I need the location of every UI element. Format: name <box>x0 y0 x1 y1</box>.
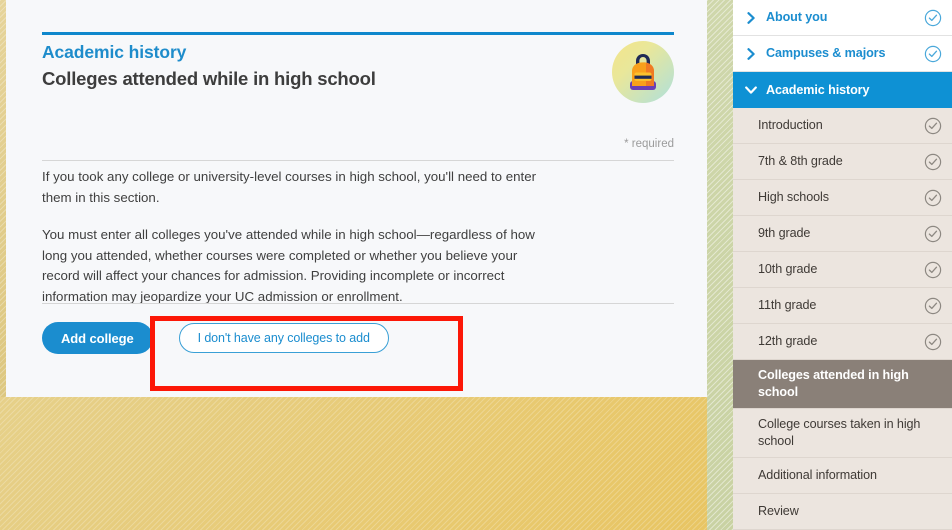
sidebar-item-academic-history[interactable]: Academic history <box>733 72 952 108</box>
sidebar-item-campuses-majors[interactable]: Campuses & majors <box>733 36 952 72</box>
sidebar-item-high-schools[interactable]: High schools <box>733 180 952 216</box>
check-circle-icon <box>924 261 942 279</box>
sidebar-item-colleges-attended-in-high-school[interactable]: Colleges attended in high school <box>733 360 952 409</box>
add-college-button[interactable]: Add college <box>42 322 153 354</box>
check-circle-icon <box>924 297 942 315</box>
check-circle-icon <box>924 189 942 207</box>
sidebar-item-label: 12th grade <box>758 334 818 348</box>
app-root: Academic history Colleges attended while… <box>0 0 952 530</box>
sidebar-item-label: 9th grade <box>758 226 811 240</box>
sidebar-item-college-courses-taken-in-high-school[interactable]: College courses taken in high school <box>733 409 952 458</box>
sidebar-item-label: About you <box>766 10 828 24</box>
sidebar-item-label: Colleges attended in high school <box>758 368 909 399</box>
sidebar-item-label: College courses taken in high school <box>758 417 921 448</box>
sidebar-item-label: 11th grade <box>758 298 817 312</box>
sidebar-item-7th-8th-grade[interactable]: 7th & 8th grade <box>733 144 952 180</box>
content-card: Academic history Colleges attended while… <box>6 0 708 397</box>
chevron-right-icon <box>744 47 758 60</box>
section-navigation-sidebar[interactable]: About you Campuses & majors Academic histo… <box>733 0 952 530</box>
sidebar-item-label: Additional information <box>758 468 877 482</box>
check-circle-icon <box>924 45 942 63</box>
page-title: Colleges attended while in high school <box>42 68 376 89</box>
sidebar-item-11th-grade[interactable]: 11th grade <box>733 288 952 324</box>
card-top-rule <box>42 32 674 35</box>
sidebar-item-label: Introduction <box>758 118 823 132</box>
section-eyebrow: Academic history <box>42 42 187 62</box>
sidebar-item-additional-information[interactable]: Additional information <box>733 458 952 494</box>
sidebar-item-review[interactable]: Review <box>733 494 952 530</box>
action-button-row: Add college I don't have any colleges to… <box>42 322 389 354</box>
backpack-icon <box>612 41 674 103</box>
check-circle-icon <box>924 9 942 27</box>
body-copy: If you took any college or university-le… <box>42 167 542 307</box>
sidebar-item-9th-grade[interactable]: 9th grade <box>733 216 952 252</box>
sidebar-item-label: Campuses & majors <box>766 46 886 60</box>
sidebar-item-label: 10th grade <box>758 262 818 276</box>
divider-above-actions <box>42 303 674 304</box>
sidebar-decor-strip <box>707 0 733 530</box>
no-colleges-to-add-button[interactable]: I don't have any colleges to add <box>178 323 389 353</box>
check-circle-icon <box>924 333 942 351</box>
required-note: * required <box>624 138 674 150</box>
check-circle-icon <box>924 153 942 171</box>
sidebar-item-label: Review <box>758 504 799 518</box>
divider-above-body <box>42 160 674 161</box>
sidebar-item-10th-grade[interactable]: 10th grade <box>733 252 952 288</box>
sidebar-item-about-you[interactable]: About you <box>733 0 952 36</box>
chevron-down-icon <box>744 85 758 95</box>
paragraph-1: If you took any college or university-le… <box>42 169 537 205</box>
check-circle-icon <box>924 225 942 243</box>
page-heading-block: Academic history Colleges attended while… <box>42 41 602 92</box>
paragraph-2: You must enter all colleges you've atten… <box>42 227 535 304</box>
left-edge-decor-strip <box>0 0 6 397</box>
sidebar-item-label: High schools <box>758 190 829 204</box>
chevron-right-icon <box>744 11 758 24</box>
sidebar-item-12th-grade[interactable]: 12th grade <box>733 324 952 360</box>
sidebar-item-label: Academic history <box>766 82 870 97</box>
check-circle-icon <box>924 117 942 135</box>
sidebar-item-introduction[interactable]: Introduction <box>733 108 952 144</box>
sidebar-item-label: 7th & 8th grade <box>758 154 843 168</box>
